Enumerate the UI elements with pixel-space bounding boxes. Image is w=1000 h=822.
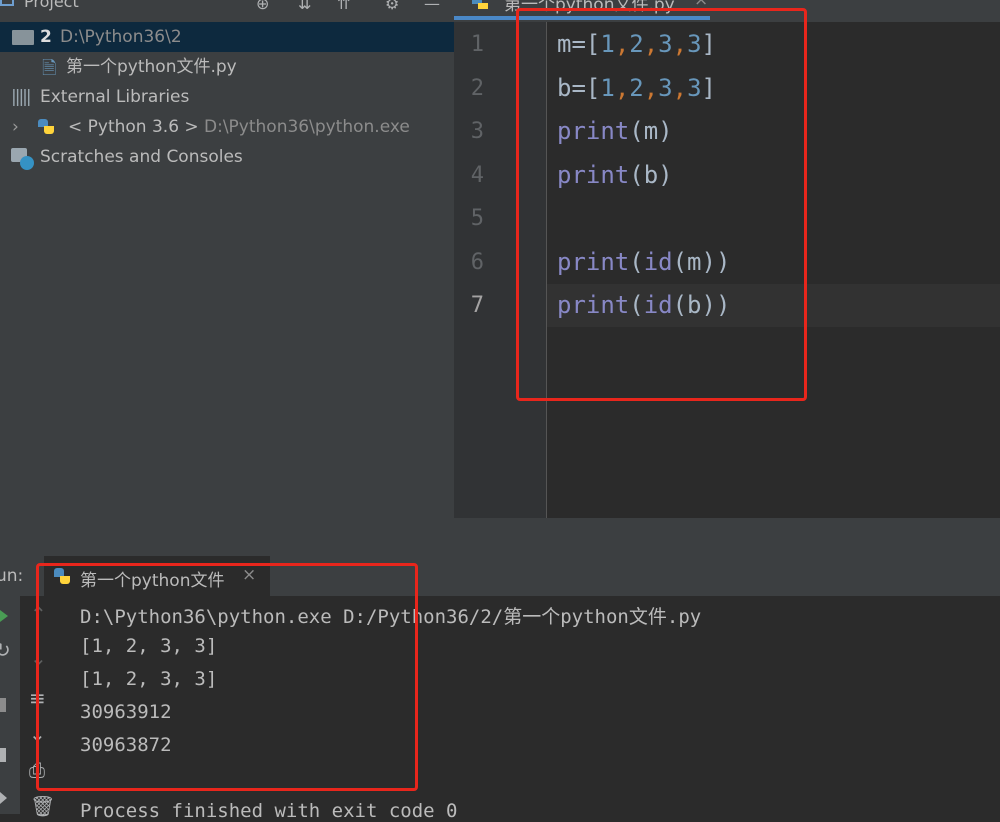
line-number: 4 (470, 163, 484, 188)
line-number: 3 (470, 119, 484, 144)
pane-divider[interactable] (454, 518, 1000, 556)
clock-icon (20, 156, 34, 170)
pause-icon[interactable] (0, 748, 6, 762)
project-header: Project ⊕ ⇊ ⇈ ⚙ — (0, 0, 454, 22)
python-logo-icon-lower (44, 126, 54, 134)
python-file-icon-lower (478, 3, 488, 9)
line-number: 2 (470, 76, 484, 101)
tree-item-file[interactable]: 🗎 第一个python文件.py (0, 52, 454, 82)
annotation-box-code (516, 8, 807, 401)
folder-icon (12, 30, 34, 45)
expand-all-icon[interactable]: ⇊ (298, 0, 311, 13)
libraries-icon: ||||| (11, 87, 32, 107)
tree-item-python-sdk[interactable]: › < Python 3.6 > D:\Python36\python.exe (0, 112, 454, 142)
trash-icon[interactable]: 🗑 (30, 794, 55, 818)
file-name: 第一个python文件.py (66, 57, 237, 77)
run-label: un: (0, 566, 24, 586)
sdk-name: < Python 3.6 > (68, 117, 199, 137)
rerun-icon[interactable] (0, 610, 8, 622)
sdk-path: D:\Python36\python.exe (204, 117, 410, 137)
chevron-right-icon[interactable]: › (12, 112, 19, 142)
annotation-box-output (36, 563, 418, 791)
line-number: 6 (470, 250, 484, 275)
console-exit-line: Process finished with exit code 0 (80, 800, 458, 822)
python-file-icon: 🗎 (42, 58, 57, 79)
root-path: D:\Python36\2 (60, 27, 182, 47)
line-number-current: 7 (470, 293, 484, 318)
tree-item-external-libraries[interactable]: ||||| External Libraries (0, 82, 454, 112)
line-number: 1 (470, 32, 484, 57)
project-pane: Project ⊕ ⇊ ⇈ ⚙ — 2 D:\Python36\2 🗎 第一个p… (0, 0, 454, 556)
project-panel-icon[interactable] (0, 0, 14, 6)
tree-item-root[interactable]: 2 D:\Python36\2 (0, 22, 454, 52)
resume-icon[interactable] (0, 792, 7, 804)
line-number: 5 (470, 206, 484, 231)
hide-icon[interactable]: — (424, 0, 440, 13)
project-title[interactable]: Project (24, 0, 79, 11)
collapse-all-icon[interactable]: ⇈ (337, 0, 350, 13)
root-name: 2 (40, 27, 52, 47)
locate-icon[interactable]: ⊕ (256, 0, 269, 13)
tree-item-scratches[interactable]: Scratches and Consoles (0, 142, 454, 172)
run-left-toolbar: ↻ (0, 596, 20, 814)
gear-icon[interactable]: ⚙ (385, 0, 399, 13)
external-libraries-label: External Libraries (40, 87, 190, 107)
stop-icon[interactable] (0, 698, 6, 712)
refresh-icon[interactable]: ↻ (0, 638, 11, 662)
scratches-label: Scratches and Consoles (40, 147, 243, 167)
